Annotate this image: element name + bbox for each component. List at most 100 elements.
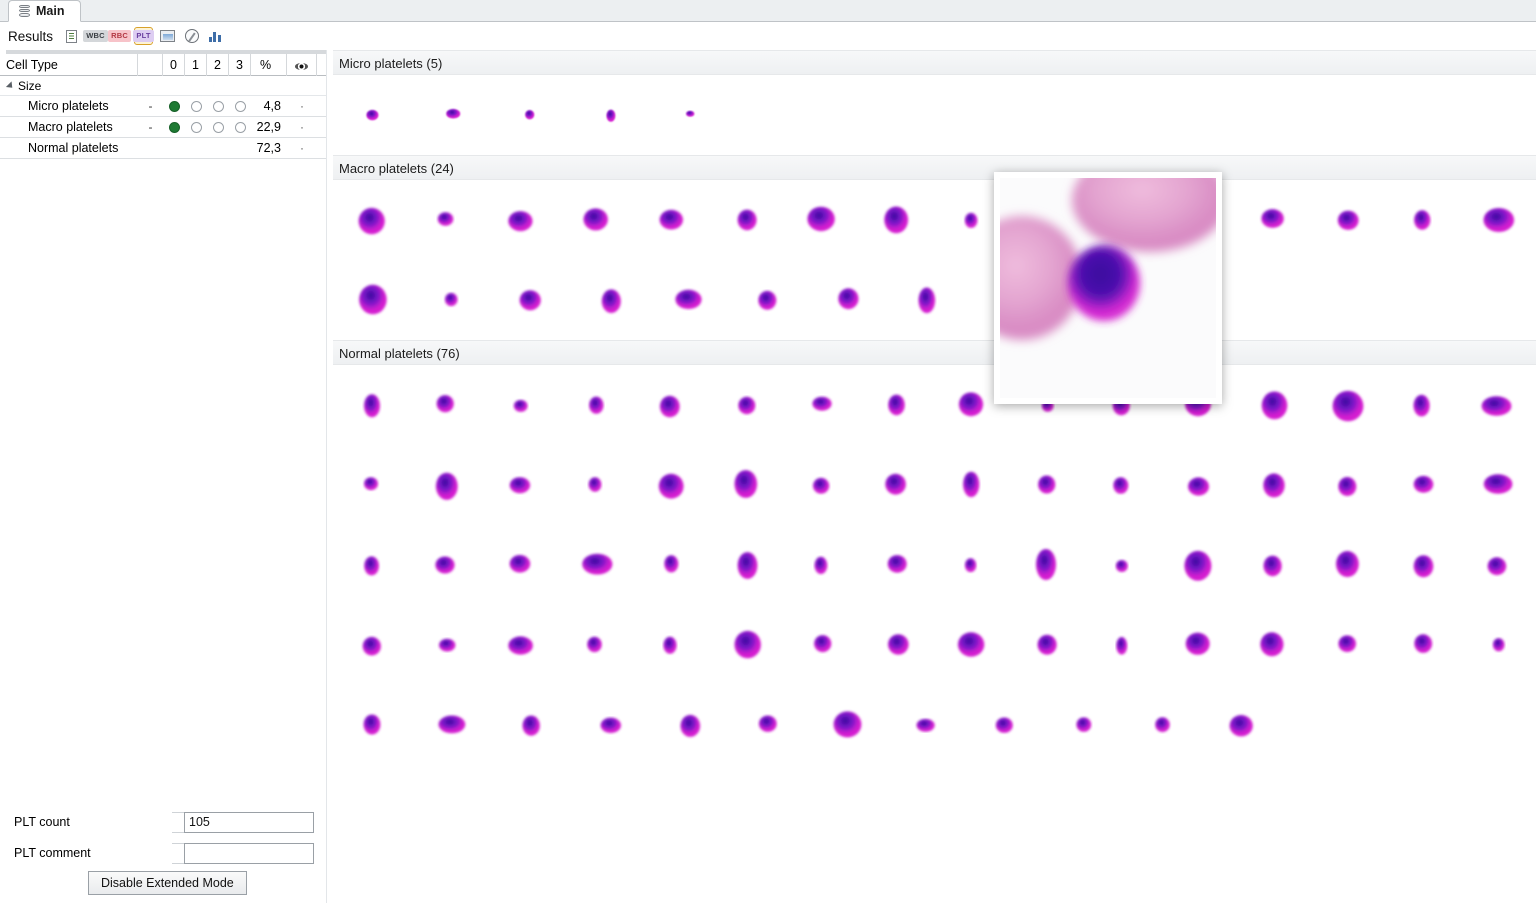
- radio-macro-3[interactable]: [229, 121, 251, 133]
- cell-thumbnail[interactable]: [784, 180, 859, 260]
- cell-thumbnail[interactable]: [1202, 685, 1281, 765]
- bar-chart-icon[interactable]: [206, 27, 225, 45]
- magnified-cell-popup[interactable]: [994, 172, 1222, 404]
- cell-thumbnail[interactable]: [1235, 605, 1310, 685]
- cell-thumbnail[interactable]: [333, 445, 408, 525]
- wbc-badge[interactable]: WBC: [83, 27, 108, 45]
- cell-thumbnail[interactable]: [1235, 445, 1310, 525]
- cell-thumbnail[interactable]: [859, 445, 934, 525]
- cell-thumbnail[interactable]: [1386, 365, 1461, 445]
- cell-thumbnail[interactable]: [784, 525, 859, 605]
- cell-thumbnail[interactable]: [1044, 685, 1123, 765]
- cell-thumbnail[interactable]: [333, 525, 408, 605]
- cell-thumbnail[interactable]: [649, 75, 728, 155]
- cell-thumbnail[interactable]: [559, 445, 634, 525]
- cell-thumbnail[interactable]: [408, 445, 483, 525]
- cell-thumbnail[interactable]: [1085, 605, 1160, 685]
- radio-micro-3[interactable]: [229, 100, 251, 112]
- cell-thumbnail[interactable]: [1310, 605, 1385, 685]
- cell-thumbnail[interactable]: [649, 260, 728, 340]
- cell-thumbnail[interactable]: [1235, 525, 1310, 605]
- cell-thumbnail[interactable]: [412, 260, 491, 340]
- table-row-micro-platelets[interactable]: Micro platelets - 4,8 ·: [0, 96, 326, 117]
- cell-thumbnail[interactable]: [709, 445, 784, 525]
- cell-thumbnail[interactable]: [728, 685, 807, 765]
- cell-thumbnail[interactable]: [483, 605, 558, 685]
- cell-thumbnail[interactable]: [965, 685, 1044, 765]
- row-visibility-micro[interactable]: ·: [287, 99, 317, 113]
- cell-thumbnail[interactable]: [1235, 180, 1310, 260]
- cell-thumbnail[interactable]: [784, 605, 859, 685]
- group-row-size[interactable]: Size: [0, 76, 326, 96]
- plt-count-spinner[interactable]: [172, 811, 184, 833]
- cell-thumbnail[interactable]: [491, 75, 570, 155]
- cell-thumbnail[interactable]: [333, 605, 408, 685]
- cell-thumbnail[interactable]: [1310, 180, 1385, 260]
- cell-thumbnail[interactable]: [728, 260, 807, 340]
- cell-thumbnail[interactable]: [859, 525, 934, 605]
- cell-thumbnail[interactable]: [634, 525, 709, 605]
- cell-thumbnail[interactable]: [807, 260, 886, 340]
- column-header-visibility[interactable]: [287, 53, 317, 76]
- radio-micro-1[interactable]: [185, 100, 207, 112]
- cell-thumbnail[interactable]: [1235, 365, 1310, 445]
- report-icon[interactable]: [62, 27, 81, 45]
- radio-macro-1[interactable]: [185, 121, 207, 133]
- cell-thumbnail[interactable]: [1160, 605, 1235, 685]
- cell-thumbnail[interactable]: [333, 365, 408, 445]
- cell-thumbnail[interactable]: [1461, 605, 1536, 685]
- cell-thumbnail[interactable]: [1386, 445, 1461, 525]
- cell-thumbnail[interactable]: [784, 445, 859, 525]
- cell-thumbnail[interactable]: [1461, 180, 1536, 260]
- cell-thumbnail[interactable]: [333, 260, 412, 340]
- plt-count-input[interactable]: [184, 811, 314, 833]
- cell-thumbnail[interactable]: [1010, 605, 1085, 685]
- table-row-normal-platelets[interactable]: Normal platelets 72,3 ·: [0, 138, 326, 159]
- cell-thumbnail[interactable]: [859, 365, 934, 445]
- plt-badge[interactable]: PLT: [133, 27, 154, 45]
- cell-thumbnail[interactable]: [1123, 685, 1202, 765]
- cell-thumbnail[interactable]: [634, 445, 709, 525]
- cell-thumbnail[interactable]: [491, 260, 570, 340]
- cell-thumbnail[interactable]: [784, 365, 859, 445]
- cell-thumbnail[interactable]: [935, 605, 1010, 685]
- cell-thumbnail[interactable]: [408, 525, 483, 605]
- cell-thumbnail[interactable]: [333, 685, 412, 765]
- cell-thumbnail[interactable]: [1085, 445, 1160, 525]
- cell-thumbnail[interactable]: [807, 685, 886, 765]
- cell-thumbnail[interactable]: [412, 685, 491, 765]
- tab-main[interactable]: Main: [8, 0, 82, 22]
- cell-thumbnail[interactable]: [483, 525, 558, 605]
- cell-thumbnail[interactable]: [1461, 365, 1536, 445]
- cell-thumbnail[interactable]: [935, 445, 1010, 525]
- cell-thumbnail[interactable]: [559, 525, 634, 605]
- cell-thumbnail[interactable]: [1386, 525, 1461, 605]
- cell-thumbnail[interactable]: [408, 180, 483, 260]
- radio-micro-2[interactable]: [207, 100, 229, 112]
- cell-thumbnail[interactable]: [412, 75, 491, 155]
- cell-thumbnail[interactable]: [333, 180, 408, 260]
- radio-micro-0[interactable]: [163, 100, 185, 112]
- cell-thumbnail[interactable]: [1461, 445, 1536, 525]
- panel-splitter[interactable]: [326, 50, 333, 903]
- cell-thumbnail[interactable]: [491, 685, 570, 765]
- compass-icon[interactable]: [182, 27, 201, 45]
- cell-thumbnail[interactable]: [483, 180, 558, 260]
- cell-thumbnail[interactable]: [709, 605, 784, 685]
- cell-thumbnail[interactable]: [483, 365, 558, 445]
- cell-thumbnail[interactable]: [1010, 525, 1085, 605]
- cell-thumbnail[interactable]: [1010, 445, 1085, 525]
- cell-thumbnail[interactable]: [559, 605, 634, 685]
- cell-thumbnail[interactable]: [1160, 445, 1235, 525]
- cell-thumbnail[interactable]: [483, 445, 558, 525]
- cell-thumbnail[interactable]: [886, 260, 965, 340]
- row-visibility-macro[interactable]: ·: [287, 120, 317, 134]
- slide-icon[interactable]: [158, 27, 177, 45]
- cell-thumbnail[interactable]: [886, 685, 965, 765]
- cell-thumbnail[interactable]: [709, 180, 784, 260]
- radio-macro-0[interactable]: [163, 121, 185, 133]
- row-visibility-normal[interactable]: ·: [287, 141, 317, 155]
- cell-thumbnail[interactable]: [1310, 445, 1385, 525]
- cell-thumbnail[interactable]: [935, 525, 1010, 605]
- cell-thumbnail[interactable]: [333, 75, 412, 155]
